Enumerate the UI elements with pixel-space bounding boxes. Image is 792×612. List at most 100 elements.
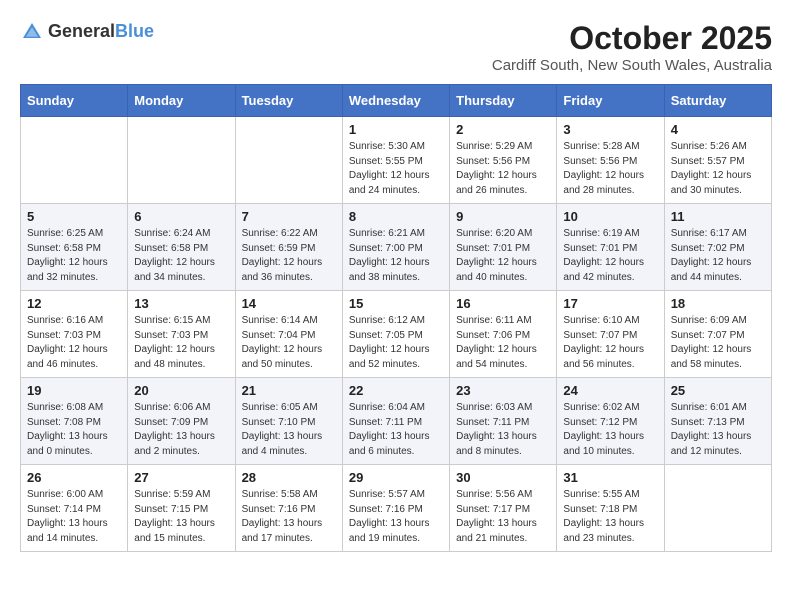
day-info: Sunrise: 6:04 AM Sunset: 7:11 PM Dayligh… xyxy=(349,401,443,459)
calendar-cell: 3Sunrise: 5:28 AM Sunset: 5:56 PM Daylig… xyxy=(557,117,664,204)
day-info: Sunrise: 5:57 AM Sunset: 7:16 PM Dayligh… xyxy=(349,488,443,546)
day-number: 25 xyxy=(671,383,765,398)
day-number: 11 xyxy=(671,209,765,224)
calendar-cell: 18 Sunrise: 6:09 AM Sunset: 7:07 PM Dayli… xyxy=(664,291,771,378)
day-info: Sunrise: 6:00 AM Sunset: 7:14 PM Dayligh… xyxy=(27,488,121,546)
day-number: 5 xyxy=(27,209,121,224)
month-title: October 2025 xyxy=(492,20,772,57)
day-number: 29 xyxy=(349,470,443,485)
day-info: Sunrise: 6:17 AM Sunset: 7:02 PM Dayligh… xyxy=(671,227,765,285)
day-number: 12 xyxy=(27,296,121,311)
logo-icon xyxy=(20,20,44,44)
calendar-cell: 1Sunrise: 5:30 AM Sunset: 5:55 PM Daylig… xyxy=(342,117,449,204)
location-subtitle: Cardiff South, New South Wales, Australi… xyxy=(492,57,772,74)
calendar-cell: 13 Sunrise: 6:15 AM Sunset: 7:03 PM Dayli… xyxy=(128,291,235,378)
title-area: October 2025 Cardiff South, New South Wa… xyxy=(492,20,772,74)
calendar-cell: 30 Sunrise: 5:56 AM Sunset: 7:17 PM Dayli… xyxy=(450,465,557,552)
calendar-cell: 22 Sunrise: 6:04 AM Sunset: 7:11 PM Dayli… xyxy=(342,378,449,465)
calendar-cell: 21 Sunrise: 6:05 AM Sunset: 7:10 PM Dayli… xyxy=(235,378,342,465)
calendar-cell: 19 Sunrise: 6:08 AM Sunset: 7:08 PM Dayli… xyxy=(21,378,128,465)
calendar-cell: 28 Sunrise: 5:58 AM Sunset: 7:16 PM Dayli… xyxy=(235,465,342,552)
calendar-cell xyxy=(664,465,771,552)
day-info: Sunrise: 6:12 AM Sunset: 7:05 PM Dayligh… xyxy=(349,314,443,372)
calendar-cell: 9Sunrise: 6:20 AM Sunset: 7:01 PM Daylig… xyxy=(450,204,557,291)
day-number: 26 xyxy=(27,470,121,485)
column-header-tuesday: Tuesday xyxy=(235,85,342,117)
day-number: 28 xyxy=(242,470,336,485)
calendar-week-row: 5Sunrise: 6:25 AM Sunset: 6:58 PM Daylig… xyxy=(21,204,772,291)
day-number: 22 xyxy=(349,383,443,398)
day-number: 31 xyxy=(563,470,657,485)
day-number: 15 xyxy=(349,296,443,311)
day-info: Sunrise: 5:58 AM Sunset: 7:16 PM Dayligh… xyxy=(242,488,336,546)
calendar-cell: 2Sunrise: 5:29 AM Sunset: 5:56 PM Daylig… xyxy=(450,117,557,204)
calendar-cell: 17 Sunrise: 6:10 AM Sunset: 7:07 PM Dayli… xyxy=(557,291,664,378)
day-number: 27 xyxy=(134,470,228,485)
logo-blue: Blue xyxy=(115,21,154,41)
calendar-cell: 8 Sunrise: 6:21 AM Sunset: 7:00 PM Daylig… xyxy=(342,204,449,291)
page-header: GeneralBlue October 2025 Cardiff South, … xyxy=(20,20,772,74)
day-info: Sunrise: 5:30 AM Sunset: 5:55 PM Dayligh… xyxy=(349,140,443,198)
day-number: 4 xyxy=(671,122,765,137)
day-number: 24 xyxy=(563,383,657,398)
day-info: Sunrise: 6:09 AM Sunset: 7:07 PM Dayligh… xyxy=(671,314,765,372)
day-number: 21 xyxy=(242,383,336,398)
day-number: 30 xyxy=(456,470,550,485)
day-info: Sunrise: 6:03 AM Sunset: 7:11 PM Dayligh… xyxy=(456,401,550,459)
day-info: Sunrise: 5:56 AM Sunset: 7:17 PM Dayligh… xyxy=(456,488,550,546)
day-info: Sunrise: 6:22 AM Sunset: 6:59 PM Dayligh… xyxy=(242,227,336,285)
calendar-cell: 27 Sunrise: 5:59 AM Sunset: 7:15 PM Dayli… xyxy=(128,465,235,552)
calendar-cell: 10 Sunrise: 6:19 AM Sunset: 7:01 PM Dayli… xyxy=(557,204,664,291)
day-number: 17 xyxy=(563,296,657,311)
day-info: Sunrise: 6:01 AM Sunset: 7:13 PM Dayligh… xyxy=(671,401,765,459)
day-info: Sunrise: 6:06 AM Sunset: 7:09 PM Dayligh… xyxy=(134,401,228,459)
day-info: Sunrise: 6:10 AM Sunset: 7:07 PM Dayligh… xyxy=(563,314,657,372)
day-number: 14 xyxy=(242,296,336,311)
day-info: Sunrise: 5:59 AM Sunset: 7:15 PM Dayligh… xyxy=(134,488,228,546)
day-number: 20 xyxy=(134,383,228,398)
day-info: Sunrise: 6:15 AM Sunset: 7:03 PM Dayligh… xyxy=(134,314,228,372)
day-info: Sunrise: 6:14 AM Sunset: 7:04 PM Dayligh… xyxy=(242,314,336,372)
logo-general: General xyxy=(48,21,115,41)
calendar-cell: 16 Sunrise: 6:11 AM Sunset: 7:06 PM Dayli… xyxy=(450,291,557,378)
calendar-cell: 6 Sunrise: 6:24 AM Sunset: 6:58 PM Daylig… xyxy=(128,204,235,291)
day-number: 19 xyxy=(27,383,121,398)
day-info: Sunrise: 5:26 AM Sunset: 5:57 PM Dayligh… xyxy=(671,140,765,198)
calendar-cell: 26 Sunrise: 6:00 AM Sunset: 7:14 PM Dayli… xyxy=(21,465,128,552)
day-number: 8 xyxy=(349,209,443,224)
calendar-cell xyxy=(235,117,342,204)
day-info: Sunrise: 6:16 AM Sunset: 7:03 PM Dayligh… xyxy=(27,314,121,372)
day-info: Sunrise: 6:11 AM Sunset: 7:06 PM Dayligh… xyxy=(456,314,550,372)
day-number: 16 xyxy=(456,296,550,311)
day-number: 23 xyxy=(456,383,550,398)
day-info: Sunrise: 6:21 AM Sunset: 7:00 PM Dayligh… xyxy=(349,227,443,285)
day-number: 2 xyxy=(456,122,550,137)
day-number: 13 xyxy=(134,296,228,311)
day-number: 10 xyxy=(563,209,657,224)
calendar-cell: 20 Sunrise: 6:06 AM Sunset: 7:09 PM Dayli… xyxy=(128,378,235,465)
day-number: 3 xyxy=(563,122,657,137)
calendar-cell: 5Sunrise: 6:25 AM Sunset: 6:58 PM Daylig… xyxy=(21,204,128,291)
day-info: Sunrise: 6:05 AM Sunset: 7:10 PM Dayligh… xyxy=(242,401,336,459)
calendar-cell: 4 Sunrise: 5:26 AM Sunset: 5:57 PM Daylig… xyxy=(664,117,771,204)
calendar-week-row: 19 Sunrise: 6:08 AM Sunset: 7:08 PM Dayli… xyxy=(21,378,772,465)
calendar-week-row: 26 Sunrise: 6:00 AM Sunset: 7:14 PM Dayli… xyxy=(21,465,772,552)
column-header-wednesday: Wednesday xyxy=(342,85,449,117)
calendar-cell: 15 Sunrise: 6:12 AM Sunset: 7:05 PM Dayli… xyxy=(342,291,449,378)
calendar-cell: 14 Sunrise: 6:14 AM Sunset: 7:04 PM Dayli… xyxy=(235,291,342,378)
day-number: 7 xyxy=(242,209,336,224)
calendar-week-row: 1Sunrise: 5:30 AM Sunset: 5:55 PM Daylig… xyxy=(21,117,772,204)
day-number: 6 xyxy=(134,209,228,224)
column-header-monday: Monday xyxy=(128,85,235,117)
day-info: Sunrise: 6:19 AM Sunset: 7:01 PM Dayligh… xyxy=(563,227,657,285)
day-info: Sunrise: 6:08 AM Sunset: 7:08 PM Dayligh… xyxy=(27,401,121,459)
calendar-week-row: 12 Sunrise: 6:16 AM Sunset: 7:03 PM Dayli… xyxy=(21,291,772,378)
day-info: Sunrise: 5:55 AM Sunset: 7:18 PM Dayligh… xyxy=(563,488,657,546)
day-info: Sunrise: 6:24 AM Sunset: 6:58 PM Dayligh… xyxy=(134,227,228,285)
day-info: Sunrise: 6:20 AM Sunset: 7:01 PM Dayligh… xyxy=(456,227,550,285)
column-header-friday: Friday xyxy=(557,85,664,117)
day-info: Sunrise: 6:02 AM Sunset: 7:12 PM Dayligh… xyxy=(563,401,657,459)
calendar-cell: 31 Sunrise: 5:55 AM Sunset: 7:18 PM Dayli… xyxy=(557,465,664,552)
column-header-thursday: Thursday xyxy=(450,85,557,117)
day-number: 18 xyxy=(671,296,765,311)
